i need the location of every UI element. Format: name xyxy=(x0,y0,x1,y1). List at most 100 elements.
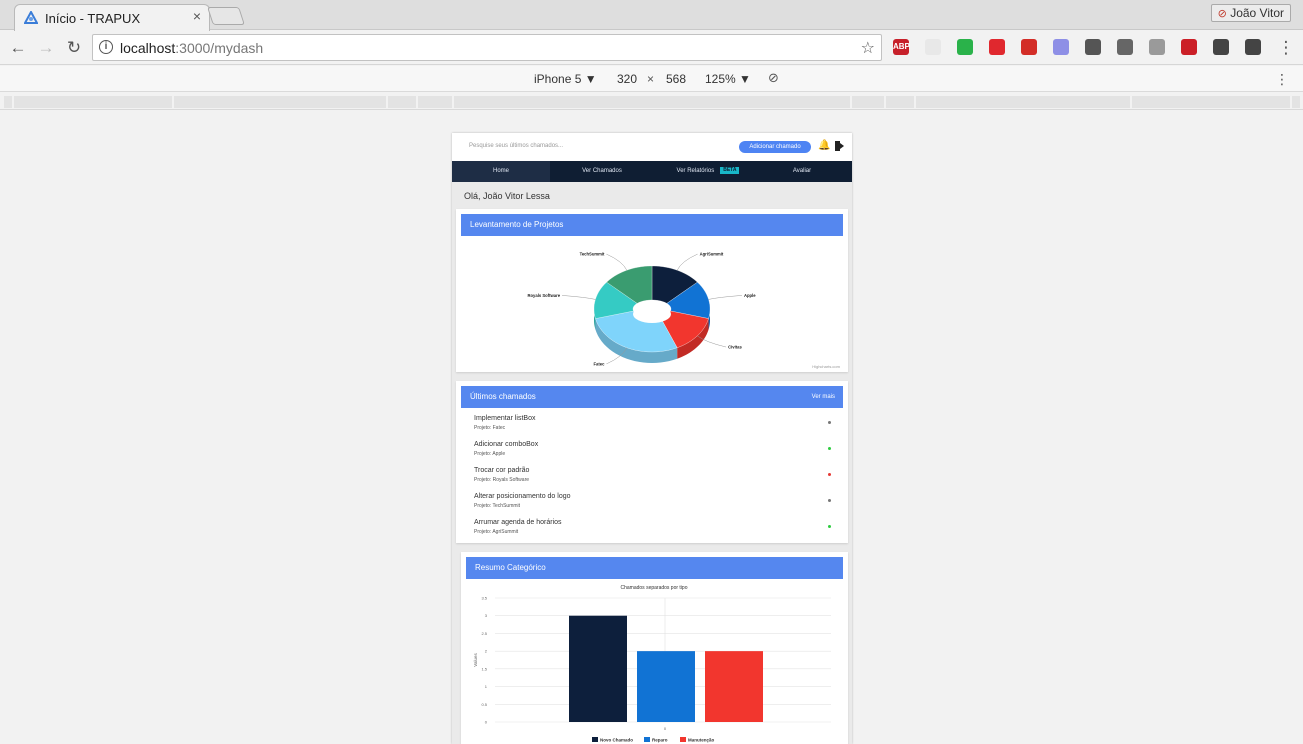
app-header: Pesquise seus últimos chamados... Adicio… xyxy=(452,133,852,161)
browser-tab[interactable]: Início - TRAPUX × xyxy=(14,4,210,31)
call-item-title[interactable]: Trocar cor padrão xyxy=(474,467,529,474)
status-dot xyxy=(828,525,831,528)
pinterest-icon[interactable] xyxy=(1181,39,1197,55)
device-height-input[interactable]: 568 xyxy=(666,72,686,86)
legend-swatch-1 xyxy=(644,737,650,742)
bookmark-star-icon[interactable]: ☆ xyxy=(861,38,875,58)
url-host: localhost xyxy=(120,40,176,56)
summary-card: Resumo Categórico Chamados separados por… xyxy=(461,552,848,744)
legend-label-2: Manutenção xyxy=(688,738,715,743)
back-arrow-icon[interactable]: ← xyxy=(8,38,28,58)
trapux-favicon-icon xyxy=(24,11,38,24)
projects-pie-chart: AgriSummit Apple Civitas Fatec Royals Softwa… xyxy=(527,252,756,367)
reload-icon[interactable]: ↻ xyxy=(64,38,84,58)
tab-title: Início - TRAPUX xyxy=(45,11,141,26)
browser-toolbar: ← → ↻ i localhost:3000/mydash ☆ ABP ⋮ xyxy=(0,31,1303,65)
call-item-title[interactable]: Alterar posicionamento do logo xyxy=(474,493,571,500)
tab-close-button[interactable]: × xyxy=(193,8,201,24)
summary-card-title: Resumo Categórico xyxy=(466,557,843,579)
pie-label: Civitas xyxy=(728,345,742,350)
projects-card-title: Levantamento de Projetos xyxy=(461,214,843,236)
beta-badge: BETA xyxy=(720,167,740,174)
status-dot xyxy=(828,499,831,502)
greeting-text: Olá, João Vitor Lessa xyxy=(464,191,550,201)
y-tick-label: 0.5 xyxy=(481,702,487,707)
status-dot xyxy=(828,421,831,424)
pie-connector xyxy=(676,253,698,271)
site-info-icon[interactable]: i xyxy=(99,40,113,54)
projects-card: Levantamento de Projetos AgriSummit Apple… xyxy=(456,209,848,372)
nav-ver-chamados[interactable]: Ver Chamados xyxy=(552,161,652,182)
pocket-icon[interactable] xyxy=(1085,39,1101,55)
pie-hole xyxy=(633,305,671,323)
color-wheel-icon[interactable] xyxy=(957,39,973,55)
profile-name: João Vitor xyxy=(1230,6,1284,20)
download-icon[interactable] xyxy=(1149,39,1165,55)
eyedropper-ext-icon[interactable] xyxy=(925,39,941,55)
recent-calls-card: Últimos chamados Ver mais Implementar li… xyxy=(456,381,848,543)
new-tab-button[interactable] xyxy=(207,7,245,25)
pie-label: AgriSummit xyxy=(700,252,724,257)
bug-icon[interactable] xyxy=(1213,39,1229,55)
opera-icon[interactable] xyxy=(989,39,1005,55)
device-select[interactable]: iPhone 5 ▼ xyxy=(534,72,597,86)
bulb-icon[interactable] xyxy=(1245,39,1261,55)
search-input[interactable]: Pesquise seus últimos chamados... xyxy=(469,143,563,149)
browser-tab-bar: Início - TRAPUX × ⊘ João Vitor xyxy=(0,0,1303,31)
call-item-title[interactable]: Adicionar comboBox xyxy=(474,441,538,448)
pie-connector xyxy=(708,295,742,300)
lastpass-icon[interactable] xyxy=(1021,39,1037,55)
profile-button[interactable]: ⊘ João Vitor xyxy=(1210,4,1291,22)
nav-avaliar[interactable]: Avaliar xyxy=(752,161,852,182)
rotate-icon[interactable]: ⊘ xyxy=(768,70,779,86)
picker-icon[interactable] xyxy=(1117,39,1133,55)
lock-ext-icon[interactable] xyxy=(1053,39,1069,55)
device-width-input[interactable]: 320 xyxy=(617,72,637,86)
pie-connector xyxy=(606,253,628,271)
legend-label-1: Reparo xyxy=(652,738,668,743)
call-item-title[interactable]: Arrumar agenda de horários xyxy=(474,519,562,526)
profile-icon: ⊘ xyxy=(1217,8,1227,20)
bar-chart-title: Chamados separados por tipo xyxy=(621,585,688,591)
add-ticket-button[interactable]: Adicionar chamado xyxy=(739,141,811,153)
pie-label: Royals Software xyxy=(527,293,560,298)
adblock-icon[interactable]: ABP xyxy=(893,39,910,55)
recent-calls-header: Últimos chamados Ver mais xyxy=(461,386,843,408)
recent-calls-title: Últimos chamados xyxy=(470,392,536,401)
y-tick-label: 1 xyxy=(485,684,488,689)
device-menu-icon[interactable]: ⋮ xyxy=(1275,71,1289,88)
y-tick-label: 2 xyxy=(485,649,488,654)
zoom-select[interactable]: 125% ▼ xyxy=(705,72,751,86)
forward-arrow-icon[interactable]: → xyxy=(36,38,56,58)
pie-label: Apple xyxy=(744,293,756,298)
see-more-link[interactable]: Ver mais xyxy=(812,386,835,408)
pie-label: Fatec xyxy=(593,361,605,366)
pie-connector xyxy=(562,295,596,300)
bell-icon[interactable]: 🔔 xyxy=(818,140,830,151)
call-item-project: Projeto: Apple xyxy=(474,451,506,457)
y-tick-label: 1.5 xyxy=(481,666,487,671)
call-item-title[interactable]: Implementar listBox xyxy=(474,415,535,422)
nav-ver-relatorios[interactable]: Ver Relatórios BETA xyxy=(652,161,764,182)
call-item-project: Projeto: TechSummit xyxy=(474,503,521,509)
status-dot xyxy=(828,447,831,450)
logout-icon[interactable] xyxy=(835,141,844,151)
media-query-ruler[interactable] xyxy=(0,93,1303,110)
chart-credit: Highcharts.com xyxy=(812,364,840,369)
legend-swatch-0 xyxy=(592,737,598,742)
bar-2 xyxy=(705,651,763,722)
y-tick-label: 2.5 xyxy=(481,631,487,636)
url-path: :3000/mydash xyxy=(175,40,264,56)
address-bar[interactable]: i localhost:3000/mydash ☆ xyxy=(92,34,882,61)
nav-home[interactable]: Home xyxy=(452,161,550,182)
y-tick-label: 3.5 xyxy=(481,596,487,601)
y-tick-label: 0 xyxy=(485,720,488,725)
pie-label: TechSummit xyxy=(580,252,605,257)
browser-menu-icon[interactable]: ⋮ xyxy=(1276,38,1296,58)
call-item-project: Projeto: AgriSummit xyxy=(474,529,519,535)
y-axis-label: Values xyxy=(473,653,478,667)
device-toolbar: iPhone 5 ▼ 320 × 568 125% ▼ ⊘ ⋮ xyxy=(0,66,1303,92)
legend-swatch-2 xyxy=(680,737,686,742)
status-dot xyxy=(828,473,831,476)
category-bar-chart: Chamados separados por tipo 0 0.5 1 1.5 2 2.5 3… xyxy=(473,585,831,743)
